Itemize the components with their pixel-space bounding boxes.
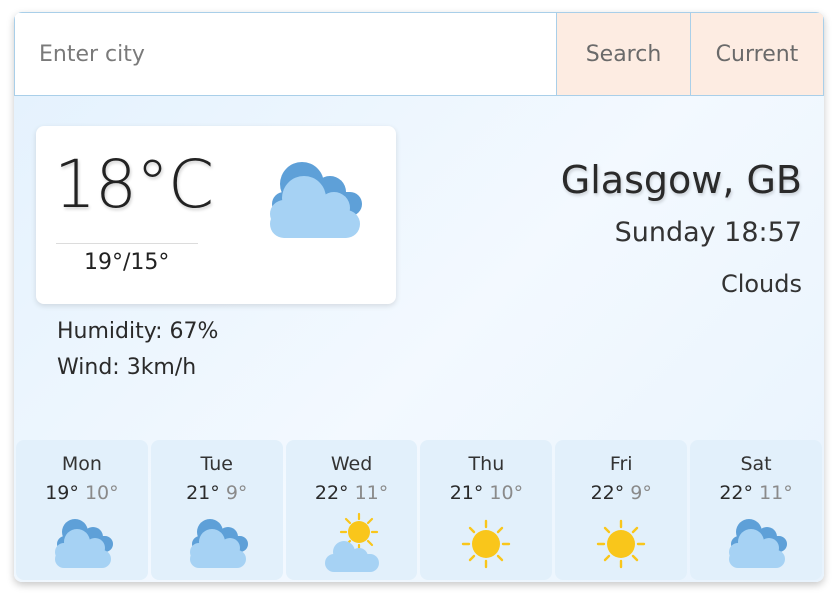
weather-card: Search Current 18°C 19°/15° Glasgow, GB … [14,12,824,582]
forecast-high: 22° [314,482,349,504]
partly-sunny-icon [324,512,379,572]
forecast-day-name: Sat [740,453,772,475]
forecast-temps: 21° 9° [151,482,283,504]
forecast-temps: 22° 11° [286,482,418,504]
forecast-day-name: Mon [61,453,102,475]
wind-speed: Wind: 3km/h [57,355,197,380]
temperature-range: 19°/15° [84,250,170,275]
current-temperature-panel: 18°C 19°/15° [36,126,396,304]
forecast-day: Sat 22° 11° [690,440,822,580]
clouds-icon [729,519,788,568]
forecast-high: 19° [45,482,79,504]
sun-icon [597,519,646,569]
forecast-low: 10° [84,482,119,504]
forecast-day-name: Wed [330,453,373,475]
humidity: Humidity: 67% [57,319,219,344]
clouds-icon [54,519,113,568]
search-button[interactable]: Search [556,13,690,95]
clouds-icon [270,162,362,238]
sun-icon [462,519,511,569]
forecast-low: 9° [225,482,248,504]
weather-condition: Clouds [720,270,802,298]
forecast-temps: 19° 10° [16,482,148,504]
forecast-temps: 21° 10° [420,482,552,504]
forecast-day: Fri 22° 9° [555,440,688,580]
clouds-icon [189,519,248,568]
forecast-high: 21° [449,482,484,504]
divider [56,243,198,244]
forecast-day: Wed 22° 11° [285,440,418,580]
forecast-high: 21° [186,482,220,504]
forecast-day: Tue 21° 9° [150,440,283,580]
forecast-temps: 22° 11° [690,482,822,504]
current-temperature: 18°C [54,146,214,223]
forecast-high: 22° [719,482,754,504]
forecast-day-name: Tue [200,453,233,475]
forecast-low: 11° [354,482,389,504]
date-time: Sunday 18:57 [614,217,802,248]
current-location-button[interactable]: Current [690,13,823,95]
forecast-day-name: Fri [609,453,633,475]
forecast-row: Mon 19° 10° Tue 21° 9° Wed 22° 11° Thu 2… [16,440,822,580]
forecast-temps: 22° 9° [555,482,687,504]
forecast-day: Thu 21° 10° [420,440,553,580]
forecast-low: 10° [489,482,524,504]
city-input[interactable] [15,13,556,95]
search-bar: Search Current [14,12,824,96]
forecast-day-name: Thu [468,453,505,475]
forecast-high: 22° [590,482,625,504]
location-name: Glasgow, GB [560,158,802,202]
forecast-low: 9° [630,482,652,504]
forecast-day: Mon 19° 10° [16,440,148,580]
forecast-low: 11° [759,482,793,504]
